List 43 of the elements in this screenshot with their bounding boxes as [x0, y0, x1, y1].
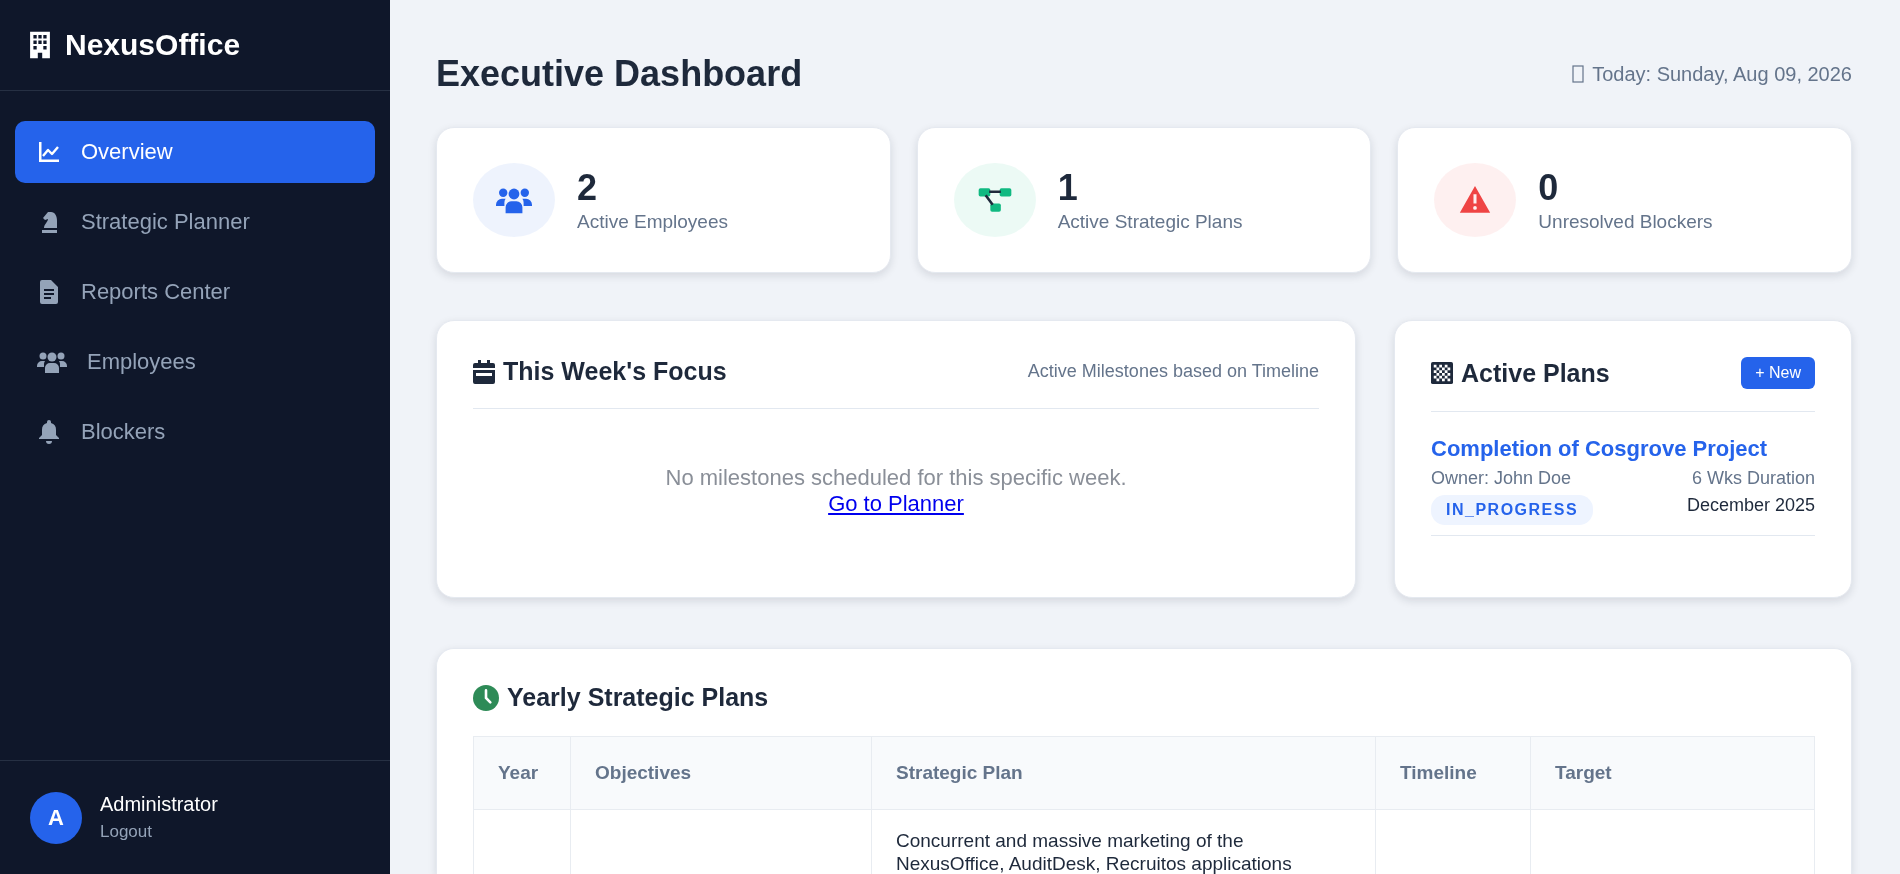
planner-link[interactable]: Go to Planner — [828, 491, 964, 517]
missing-glyph-icon — [1572, 65, 1585, 83]
nav-item[interactable]: Strategic Planner — [15, 191, 375, 253]
document-icon — [37, 280, 61, 304]
logout-link[interactable]: Logout — [100, 822, 152, 842]
column-header: Strategic Plan — [871, 736, 1376, 810]
panel-title: Active Plans — [1461, 358, 1610, 388]
column-header: Objectives — [570, 736, 872, 810]
building-icon — [29, 31, 51, 59]
nav-item[interactable]: Blockers — [15, 401, 375, 463]
checkered-grid-icon — [1431, 361, 1453, 385]
panel-title: This Week's Focus — [503, 357, 727, 386]
plan-duration: 6 Wks Duration — [1691, 468, 1815, 489]
bell-icon — [37, 420, 61, 444]
calendar-icon — [473, 359, 495, 384]
status-badge: IN_PROGRESS — [1431, 495, 1594, 525]
nav-item[interactable]: Overview — [15, 121, 375, 183]
column-header: Timeline — [1375, 736, 1531, 810]
plan-date: December 2025 — [1686, 495, 1815, 516]
clock-icon — [473, 684, 499, 711]
stat-value: 1 — [1057, 167, 1079, 209]
nav-item[interactable]: Reports Center — [15, 261, 375, 323]
stat-value: 2 — [577, 167, 599, 209]
stat-label: Active Employees — [577, 211, 728, 233]
column-header: Target — [1530, 736, 1815, 810]
new-plan-button[interactable]: + New — [1741, 357, 1815, 389]
brand-name: NexusOffice — [65, 28, 241, 62]
panel-subtitle: Active Milestones based on Timeline — [1027, 361, 1319, 382]
user-name: Administrator — [100, 793, 218, 816]
line-chart-icon — [37, 140, 61, 164]
page-title: Executive Dashboard — [436, 53, 803, 95]
stat-label: Unresolved Blockers — [1538, 211, 1713, 233]
panel-title: Yearly Strategic Plans — [507, 683, 769, 712]
avatar: A — [30, 791, 82, 844]
stat-value: 0 — [1538, 167, 1560, 209]
plan-title-link[interactable]: Completion of Cosgrove Project — [1431, 436, 1815, 462]
plan-owner: Owner: John Doe — [1431, 468, 1572, 489]
column-header: Year — [473, 736, 571, 810]
empty-message: No milestones scheduled for this specific week. — [665, 465, 1127, 491]
people-icon — [37, 351, 67, 373]
nav-item[interactable]: Employees — [15, 331, 375, 393]
date-text: Today: Sunday, Aug 09, 2026 — [1592, 62, 1852, 86]
stat-label: Active Strategic Plans — [1057, 211, 1243, 233]
